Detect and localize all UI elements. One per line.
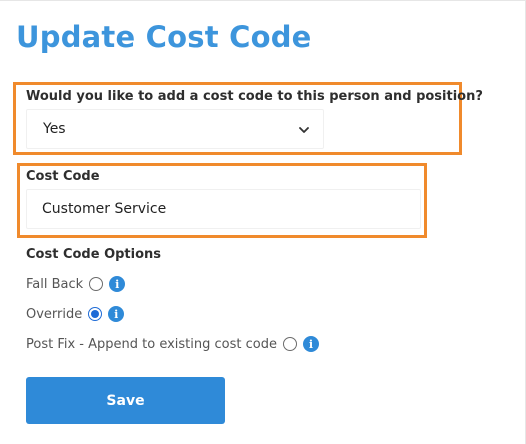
chevron-down-icon xyxy=(299,127,309,133)
add-cost-code-select-value: Yes xyxy=(43,121,66,137)
cost-code-value: Customer Service xyxy=(42,201,167,217)
option-label: Post Fix - Append to existing cost code xyxy=(26,336,277,352)
option-label: Fall Back xyxy=(26,276,84,292)
option-override: Override i xyxy=(26,304,125,324)
info-icon[interactable]: i xyxy=(108,306,125,322)
fall-back-radio[interactable] xyxy=(89,277,104,291)
add-cost-code-question-label: Would you like to add a cost code to thi… xyxy=(26,89,483,104)
option-fall-back: Fall Back i xyxy=(26,274,126,294)
add-cost-code-select[interactable]: Yes xyxy=(26,109,324,149)
cost-code-field[interactable]: Customer Service xyxy=(26,189,421,229)
cost-code-options-title: Cost Code Options xyxy=(26,247,162,262)
page-title: Update Cost Code xyxy=(16,20,312,54)
post-fix-radio[interactable] xyxy=(282,337,297,351)
option-label: Override xyxy=(26,306,83,322)
info-icon[interactable]: i xyxy=(109,276,126,292)
override-radio[interactable] xyxy=(88,307,103,321)
info-icon[interactable]: i xyxy=(302,336,319,352)
update-cost-code-panel: Update Cost Code Would you like to add a… xyxy=(0,0,526,444)
option-post-fix: Post Fix - Append to existing cost code … xyxy=(26,334,319,354)
cost-code-label: Cost Code xyxy=(26,169,100,184)
save-button[interactable]: Save xyxy=(26,377,225,424)
